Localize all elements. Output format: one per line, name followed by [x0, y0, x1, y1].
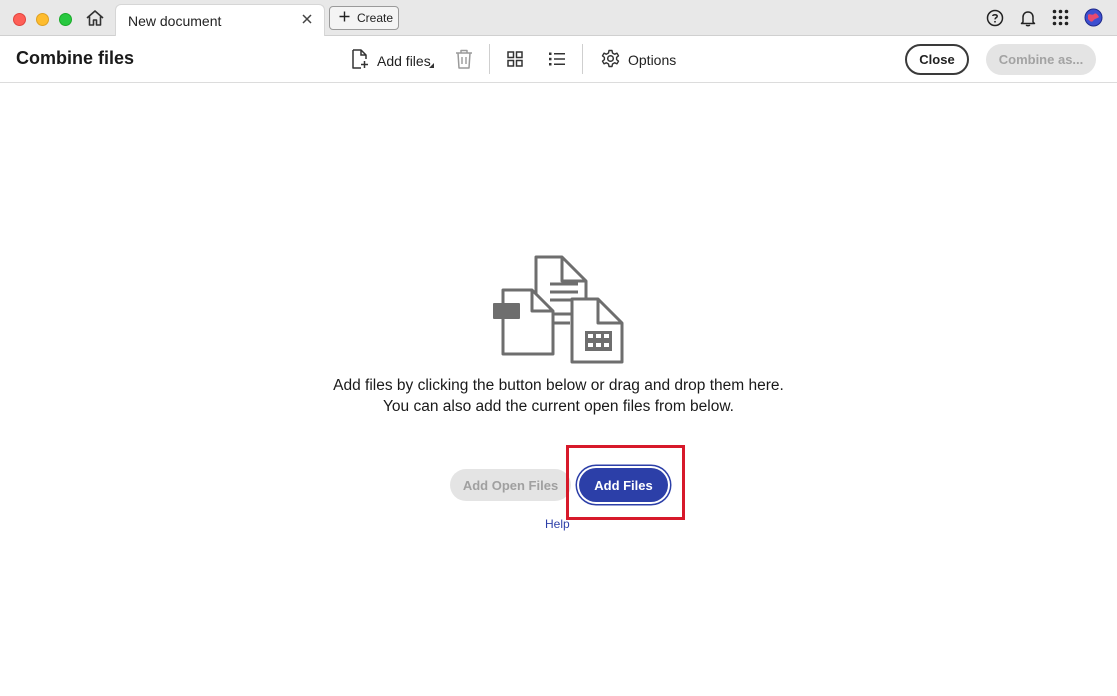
list-view-icon[interactable]: [547, 49, 567, 69]
home-icon[interactable]: [84, 8, 106, 28]
zoom-window-button[interactable]: [59, 13, 72, 26]
options-button[interactable]: Options: [601, 49, 676, 71]
tab-title: New document: [128, 13, 222, 29]
minimize-window-button[interactable]: [36, 13, 49, 26]
combine-as-button[interactable]: Combine as...: [986, 44, 1096, 75]
grid-view-icon[interactable]: [505, 49, 525, 69]
toolbar: Combine files Add files Options Close Co…: [0, 36, 1117, 83]
instruction-text-line2: You can also add the current open files …: [383, 398, 734, 415]
close-button[interactable]: Close: [905, 44, 969, 75]
globe-avatar-icon[interactable]: [1084, 8, 1103, 27]
bell-icon[interactable]: [1018, 8, 1037, 27]
title-icons: [985, 8, 1103, 27]
add-files-button[interactable]: Add Files: [579, 468, 668, 502]
create-label: Create: [357, 11, 394, 25]
add-file-icon: [351, 49, 369, 72]
plus-icon: [339, 11, 350, 25]
help-icon[interactable]: [985, 8, 1004, 27]
apps-icon[interactable]: [1051, 8, 1070, 27]
add-files-toolbar-button[interactable]: Add files: [351, 49, 431, 72]
close-icon[interactable]: [300, 12, 314, 26]
instruction-text-line1: Add files by clicking the button below o…: [333, 377, 784, 394]
gear-icon: [601, 49, 620, 71]
add-open-files-button[interactable]: Add Open Files: [450, 469, 571, 501]
close-window-button[interactable]: [13, 13, 26, 26]
combine-files-illustration: [490, 254, 626, 366]
page-title: Combine files: [16, 48, 135, 68]
options-label: Options: [628, 52, 677, 68]
toolbar-divider: [582, 44, 583, 74]
add-files-toolbar-label: Add files: [377, 52, 431, 69]
toolbar-divider: [489, 44, 490, 74]
title-bar: New document Create: [0, 0, 1117, 36]
tab-new-document[interactable]: New document: [115, 4, 325, 36]
dropdown-caret-icon[interactable]: [429, 63, 434, 68]
create-button[interactable]: Create: [329, 6, 399, 30]
help-link[interactable]: Help: [545, 517, 570, 531]
trash-icon[interactable]: [454, 49, 474, 69]
